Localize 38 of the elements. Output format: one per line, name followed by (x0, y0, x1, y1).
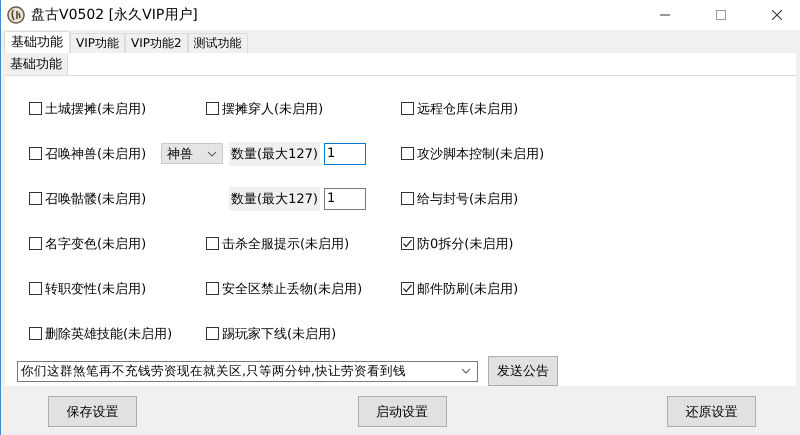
chevron-down-icon (207, 150, 217, 156)
dropdown[interactable]: 神兽 (161, 143, 223, 164)
quantity-label: 数量(最大127) (229, 186, 320, 210)
tab[interactable]: 基础功能 (4, 31, 70, 53)
settings-button[interactable]: 还原设置 (667, 396, 756, 427)
checkbox[interactable]: 邮件防刷(未启用) (401, 280, 796, 298)
app-logo-icon (7, 6, 25, 24)
check-icon (402, 283, 413, 294)
quantity-label: 数量(最大127) (229, 142, 320, 166)
checkbox[interactable]: 远程仓库(未启用) (401, 100, 796, 118)
tab[interactable]: VIP功能2 (124, 33, 188, 53)
checkbox[interactable]: 转职变性(未启用) (29, 280, 206, 298)
quantity-field[interactable]: 1 (324, 142, 366, 164)
window-title: 盘古V0502 [永久VIP用户] (31, 6, 198, 24)
settings-button[interactable]: 启动设置 (358, 396, 446, 427)
checkbox[interactable]: 给与封号(未启用) (401, 190, 796, 208)
tab[interactable]: 测试功能 (188, 33, 248, 53)
checkbox[interactable]: 删除英雄技能(未启用) (29, 324, 206, 342)
checkbox[interactable]: 攻沙脚本控制(未启用) (401, 144, 796, 162)
checkbox[interactable]: 踢玩家下线(未启用) (206, 324, 401, 342)
checkbox[interactable]: 土城摆摊(未启用) (29, 100, 206, 118)
send-announcement-button[interactable]: 发送公告 (488, 356, 558, 386)
checkbox[interactable]: 召唤神兽(未启用) (29, 144, 161, 162)
settings-button[interactable]: 保存设置 (48, 396, 137, 427)
chevron-down-icon (461, 368, 471, 374)
maximize-icon[interactable] (716, 10, 726, 20)
checkbox[interactable]: 名字变色(未启用) (29, 234, 206, 252)
checkbox[interactable]: 击杀全服提示(未启用) (206, 234, 401, 252)
quantity-field[interactable]: 1 (324, 188, 366, 210)
check-icon (402, 238, 413, 249)
announcement-dropdown[interactable]: 你们这群煞笔再不充钱劳资现在就关区,只等两分钟,快让劳资看到钱 (17, 360, 478, 382)
checkbox[interactable]: 召唤骷髅(未启用) (29, 190, 161, 208)
checkbox[interactable]: 安全区禁止丢物(未启用) (206, 280, 401, 298)
tab[interactable]: VIP功能 (70, 33, 125, 53)
tab[interactable]: 基础功能 (5, 53, 68, 75)
checkbox[interactable]: 摆摊穿人(未启用) (206, 100, 401, 118)
checkbox[interactable]: 防0拆分(未启用) (401, 234, 796, 252)
close-icon[interactable] (772, 10, 782, 20)
